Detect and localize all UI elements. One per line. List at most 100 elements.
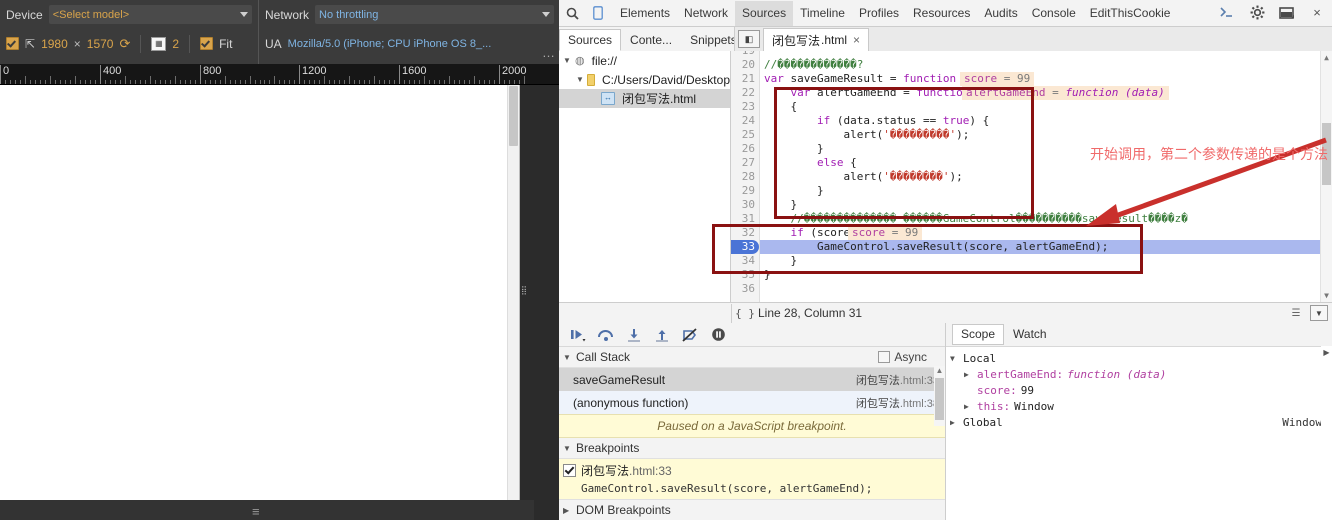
device-menu-icon[interactable]: ≡ (252, 504, 260, 519)
device-metrics-checkbox[interactable] (6, 37, 19, 50)
deactivate-breakpoints-button[interactable] (677, 324, 703, 345)
editor-vertical-scrollbar[interactable]: ▲ ▼ (1320, 51, 1332, 302)
tab-elements[interactable]: Elements (613, 1, 677, 26)
tab-console[interactable]: Console (1025, 1, 1083, 26)
scope-variable-row[interactable]: ▶ alertGameEnd: function (data) (946, 367, 1332, 383)
tab-resources[interactable]: Resources (906, 1, 977, 26)
chevron-down-icon[interactable]: ▼ (950, 351, 959, 367)
line-number[interactable]: 32 (742, 226, 755, 240)
tree-item[interactable]: ↔ 闭包写法.html (559, 89, 730, 108)
breakpoint-item[interactable]: 闭包写法.html:33 GameControl.saveResult(score… (559, 459, 945, 499)
code-line[interactable]: else { (764, 156, 857, 170)
code-line[interactable]: } (764, 142, 824, 156)
scope-expand-icon[interactable]: ▶ (1322, 348, 1331, 357)
device-width-input[interactable]: 1980 (41, 37, 68, 51)
sources-tab-conte[interactable]: Conte... (621, 29, 681, 51)
viewport-scrollbar[interactable] (507, 85, 519, 500)
viewport-scrollbar-thumb[interactable] (509, 86, 518, 146)
settings-gear-icon[interactable] (1244, 0, 1270, 25)
fit-checkbox[interactable] (200, 37, 214, 50)
tab-watch[interactable]: Watch (1004, 324, 1056, 345)
tab-audits[interactable]: Audits (977, 1, 1024, 26)
line-number[interactable]: 27 (742, 156, 755, 170)
tree-item[interactable]: ▼ ◍ file:// (559, 51, 730, 70)
dom-breakpoints-header[interactable]: ▶ DOM Breakpoints (559, 499, 945, 520)
line-number[interactable]: 21 (742, 72, 755, 86)
pretty-print-icon[interactable]: { } (732, 307, 758, 320)
code-line[interactable]: alert('���������'); (764, 128, 969, 142)
step-into-button[interactable] (621, 324, 647, 345)
code-line[interactable]: alert('��������'); (764, 170, 962, 184)
code-line[interactable]: GameControl.saveResult(score, alertGameE… (764, 240, 1108, 254)
tree-item[interactable]: ▼ C:/Users/David/Desktop (559, 70, 730, 89)
source-code-editor[interactable]: 192021222324252627282930313233343536 //�… (731, 51, 1332, 302)
breakpoint-checkbox[interactable] (563, 464, 576, 477)
emulated-viewport[interactable] (0, 85, 520, 501)
scroll-up-icon[interactable]: ▲ (1322, 53, 1331, 62)
callstack-scroll-up-icon[interactable]: ▲ (935, 366, 944, 375)
rotate-icon[interactable]: ⟳ (119, 36, 130, 52)
line-number[interactable]: 36 (742, 282, 755, 296)
console-drawer-icon[interactable] (1214, 0, 1240, 25)
more-options-icon[interactable]: … (542, 45, 556, 60)
device-pixel-ratio-value[interactable]: 2 (172, 37, 179, 51)
show-drawer-icon[interactable]: ▼ (1310, 305, 1328, 321)
viewport-resize-handle[interactable]: ⦙⦙ (519, 280, 529, 302)
code-line[interactable]: //������������? (764, 58, 863, 72)
network-throttling-select[interactable]: No throttling (315, 5, 554, 24)
line-number[interactable]: 24 (742, 114, 755, 128)
chevron-right-icon[interactable]: ▶ (964, 399, 973, 415)
call-stack-header[interactable]: ▼ Call Stack Async (559, 347, 945, 368)
code-line[interactable]: { (764, 100, 797, 114)
dock-position-icon[interactable] (1274, 0, 1300, 25)
scope-variable-row[interactable]: ▶ this: Window (946, 399, 1332, 415)
editor-code-area[interactable]: //������������? var saveGameResult = func… (760, 51, 1332, 302)
line-number[interactable]: 23 (742, 100, 755, 114)
editor-scroll-thumb[interactable] (1322, 123, 1331, 185)
more-options-icon[interactable]: ☰ (1288, 306, 1304, 320)
ua-value[interactable]: Mozilla/5.0 (iPhone; CPU iPhone OS 8_... (288, 38, 492, 50)
code-line[interactable]: //�������������� ������GameControl������… (764, 212, 1187, 226)
scope-variable-row[interactable]: ▼ Local (946, 351, 1332, 367)
scope-variable-row[interactable]: score: 99 (946, 383, 1332, 399)
sources-tab-sources[interactable]: Sources (559, 29, 622, 51)
line-number[interactable]: 20 (742, 58, 755, 72)
device-model-select[interactable]: <Select model> (48, 5, 252, 24)
line-number[interactable]: 25 (742, 128, 755, 142)
code-line[interactable]: } (764, 254, 797, 268)
chevron-right-icon[interactable]: ▶ (950, 415, 959, 431)
tab-scope[interactable]: Scope (952, 324, 1005, 345)
tab-network[interactable]: Network (677, 1, 735, 26)
line-number[interactable]: 33 (731, 240, 759, 254)
call-stack-scrollbar[interactable]: ▲ (934, 366, 945, 426)
tab-sources[interactable]: Sources (735, 0, 794, 26)
line-number[interactable]: 31 (742, 212, 755, 226)
chevron-right-icon[interactable]: ▶ (964, 367, 973, 383)
callstack-scroll-thumb[interactable] (935, 378, 944, 420)
line-number[interactable]: 30 (742, 198, 755, 212)
pause-on-exceptions-button[interactable] (705, 324, 731, 345)
breakpoints-header[interactable]: ▼ Breakpoints (559, 438, 945, 459)
device-height-input[interactable]: 1570 (87, 37, 114, 51)
line-number[interactable]: 29 (742, 184, 755, 198)
step-over-button[interactable] (593, 324, 619, 345)
call-stack-frame[interactable]: saveGameResult 闭包写法.html:33 (559, 368, 945, 391)
line-number[interactable]: 35 (742, 268, 755, 282)
line-number[interactable]: 26 (742, 142, 755, 156)
line-number[interactable]: 34 (742, 254, 755, 268)
file-tab-close-icon[interactable]: × (853, 33, 860, 47)
scope-scrollbar[interactable]: ▶ (1321, 346, 1332, 520)
file-tab-active[interactable]: 闭包写法 .html × (763, 27, 870, 52)
resume-script-execution-button[interactable] (565, 324, 591, 345)
step-out-button[interactable] (649, 324, 675, 345)
code-line[interactable]: } (764, 198, 797, 212)
async-toggle[interactable]: Async (878, 350, 945, 364)
scroll-down-icon[interactable]: ▼ (1322, 291, 1331, 300)
scope-variable-row[interactable]: ▶ Global Window (946, 415, 1332, 431)
sidebar-toggle-icon[interactable]: ◧ (738, 30, 760, 48)
tab-editthiscookie[interactable]: EditThisCookie (1083, 1, 1178, 26)
device-toolbar-icon[interactable] (585, 1, 611, 26)
call-stack-frame[interactable]: (anonymous function) 闭包写法.html:38 (559, 391, 945, 414)
line-number[interactable]: 28 (742, 170, 755, 184)
code-line[interactable]: } (764, 184, 824, 198)
